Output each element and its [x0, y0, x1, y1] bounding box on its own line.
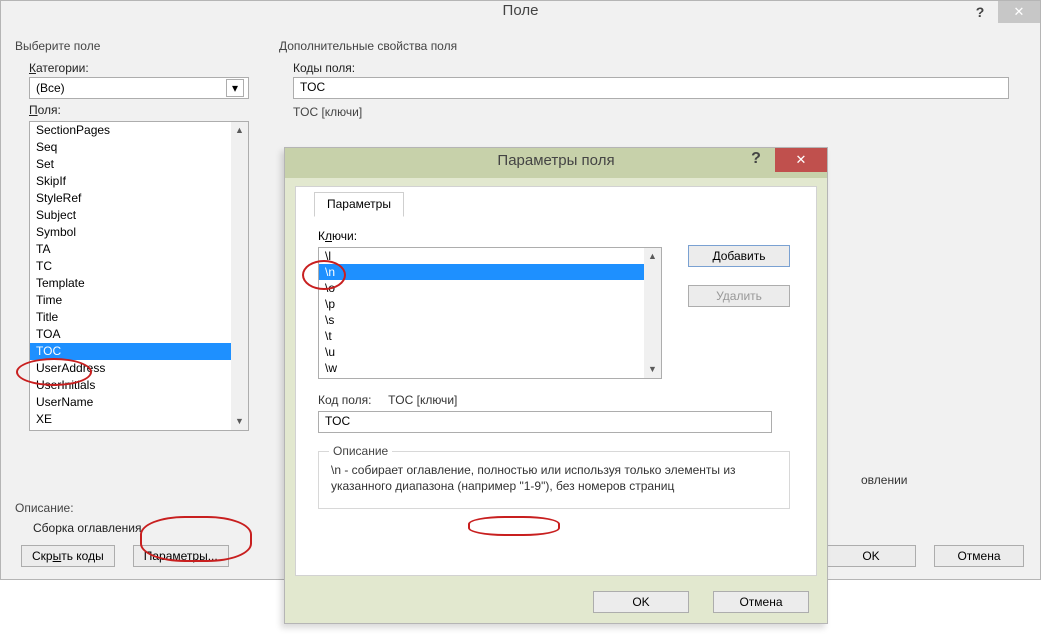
list-item[interactable]: Symbol: [30, 224, 231, 241]
list-item[interactable]: SkipIf: [30, 173, 231, 190]
left-bottom-buttons: Скрыть коды Параметры...: [21, 545, 229, 567]
list-item[interactable]: Set: [30, 156, 231, 173]
list-item[interactable]: \o: [319, 280, 644, 296]
right-pane: Дополнительные свойства поля Коды поля: …: [279, 39, 1025, 129]
sub-ok-button[interactable]: OK: [593, 591, 689, 613]
sub-title: Параметры поля: [497, 152, 614, 169]
side-buttons: Добавить Удалить: [688, 245, 790, 307]
cancel-button[interactable]: Отмена: [934, 545, 1024, 567]
adv-props-label: Дополнительные свойства поля: [279, 39, 1025, 53]
list-item[interactable]: StyleRef: [30, 190, 231, 207]
list-item[interactable]: \p: [319, 296, 644, 312]
main-titlebar: Поле ? ✕: [1, 1, 1040, 27]
switches-listbox[interactable]: \l\n\o\p\s\t\u\w ▲ ▼: [318, 247, 662, 379]
options-button[interactable]: Параметры...: [133, 545, 229, 567]
list-item[interactable]: SectionPages: [30, 122, 231, 139]
sub-help-icon[interactable]: ?: [739, 148, 773, 172]
left-pane: Выберите поле Категории: (Все) ▾ Поля: S…: [15, 39, 257, 431]
list-item[interactable]: UserInitials: [30, 377, 231, 394]
code-prefix: Код поля:: [318, 393, 371, 407]
sub-bottom-buttons: OK Отмена: [593, 591, 809, 613]
switches-label: Ключи:: [318, 229, 798, 243]
list-item[interactable]: UserName: [30, 394, 231, 411]
list-item[interactable]: Subject: [30, 207, 231, 224]
list-item[interactable]: XE: [30, 411, 231, 428]
categories-value: (Все): [36, 81, 65, 95]
code-line: Код поля: TOC [ключи]: [318, 393, 798, 407]
switches-scrollbar[interactable]: ▲ ▼: [644, 248, 661, 378]
tab-parameters[interactable]: Параметры: [314, 192, 404, 217]
sub-cancel-button[interactable]: Отмена: [713, 591, 809, 613]
sub-titlebar: Параметры поля ? ✕: [285, 148, 827, 178]
list-item[interactable]: \s: [319, 312, 644, 328]
help-icon[interactable]: ?: [964, 1, 996, 23]
field-options-dialog: Параметры поля ? ✕ Параметры Ключи: \l\n…: [284, 147, 828, 624]
ok-button[interactable]: OK: [826, 545, 916, 567]
list-item[interactable]: TA: [30, 241, 231, 258]
categories-label: Категории:: [29, 61, 257, 75]
close-icon[interactable]: ✕: [998, 1, 1040, 23]
code-input[interactable]: TOC: [318, 411, 772, 433]
list-item[interactable]: \l: [319, 248, 644, 264]
list-item[interactable]: UserAddress: [30, 360, 231, 377]
scroll-up-icon[interactable]: ▲: [231, 122, 248, 139]
list-item[interactable]: \t: [319, 328, 644, 344]
add-button[interactable]: Добавить: [688, 245, 790, 267]
sub-close-icon[interactable]: ✕: [775, 148, 827, 172]
field-codes-input[interactable]: TOC: [293, 77, 1009, 99]
list-item[interactable]: \n: [319, 264, 644, 280]
description-text: Сборка оглавления: [33, 521, 141, 535]
list-item[interactable]: TOC: [30, 343, 231, 360]
scroll-down-icon[interactable]: ▼: [231, 413, 248, 430]
description-group: Описание \n - собирает оглавление, полно…: [318, 451, 790, 509]
sub-body: Параметры Ключи: \l\n\o\p\s\t\u\w ▲ ▼ Ко…: [295, 186, 817, 576]
field-codes-hint: TOC [ключи]: [293, 105, 1025, 119]
list-item[interactable]: \w: [319, 360, 644, 376]
list-item[interactable]: Template: [30, 275, 231, 292]
list-item[interactable]: Title: [30, 309, 231, 326]
description-legend: Описание: [329, 444, 392, 458]
truncated-text: овлении: [861, 473, 907, 487]
description-label: Описание:: [15, 501, 74, 515]
categories-select[interactable]: (Все) ▾: [29, 77, 249, 99]
remove-button: Удалить: [688, 285, 790, 307]
list-item[interactable]: TOA: [30, 326, 231, 343]
code-hint: TOC [ключи]: [388, 393, 457, 407]
choose-field-label: Выберите поле: [15, 39, 257, 53]
dialog-title: Поле: [503, 2, 539, 19]
tab-strip: Параметры: [314, 186, 404, 217]
switch-description: \n - собирает оглавление, полностью или …: [331, 462, 777, 494]
chevron-down-icon[interactable]: ▾: [226, 79, 244, 97]
fields-listbox[interactable]: SectionPagesSeqSetSkipIfStyleRefSubjectS…: [29, 121, 249, 431]
hide-codes-button[interactable]: Скрыть коды: [21, 545, 115, 567]
fields-scrollbar[interactable]: ▲ ▼: [231, 122, 248, 430]
fields-label: Поля:: [29, 103, 257, 117]
scroll-up-icon[interactable]: ▲: [644, 248, 661, 265]
list-item[interactable]: \u: [319, 344, 644, 360]
field-codes-label: Коды поля:: [293, 61, 1025, 75]
list-item[interactable]: Time: [30, 292, 231, 309]
main-bottom-buttons: OK Отмена: [826, 545, 1024, 567]
scroll-down-icon[interactable]: ▼: [644, 361, 661, 378]
list-item[interactable]: TC: [30, 258, 231, 275]
list-item[interactable]: Seq: [30, 139, 231, 156]
